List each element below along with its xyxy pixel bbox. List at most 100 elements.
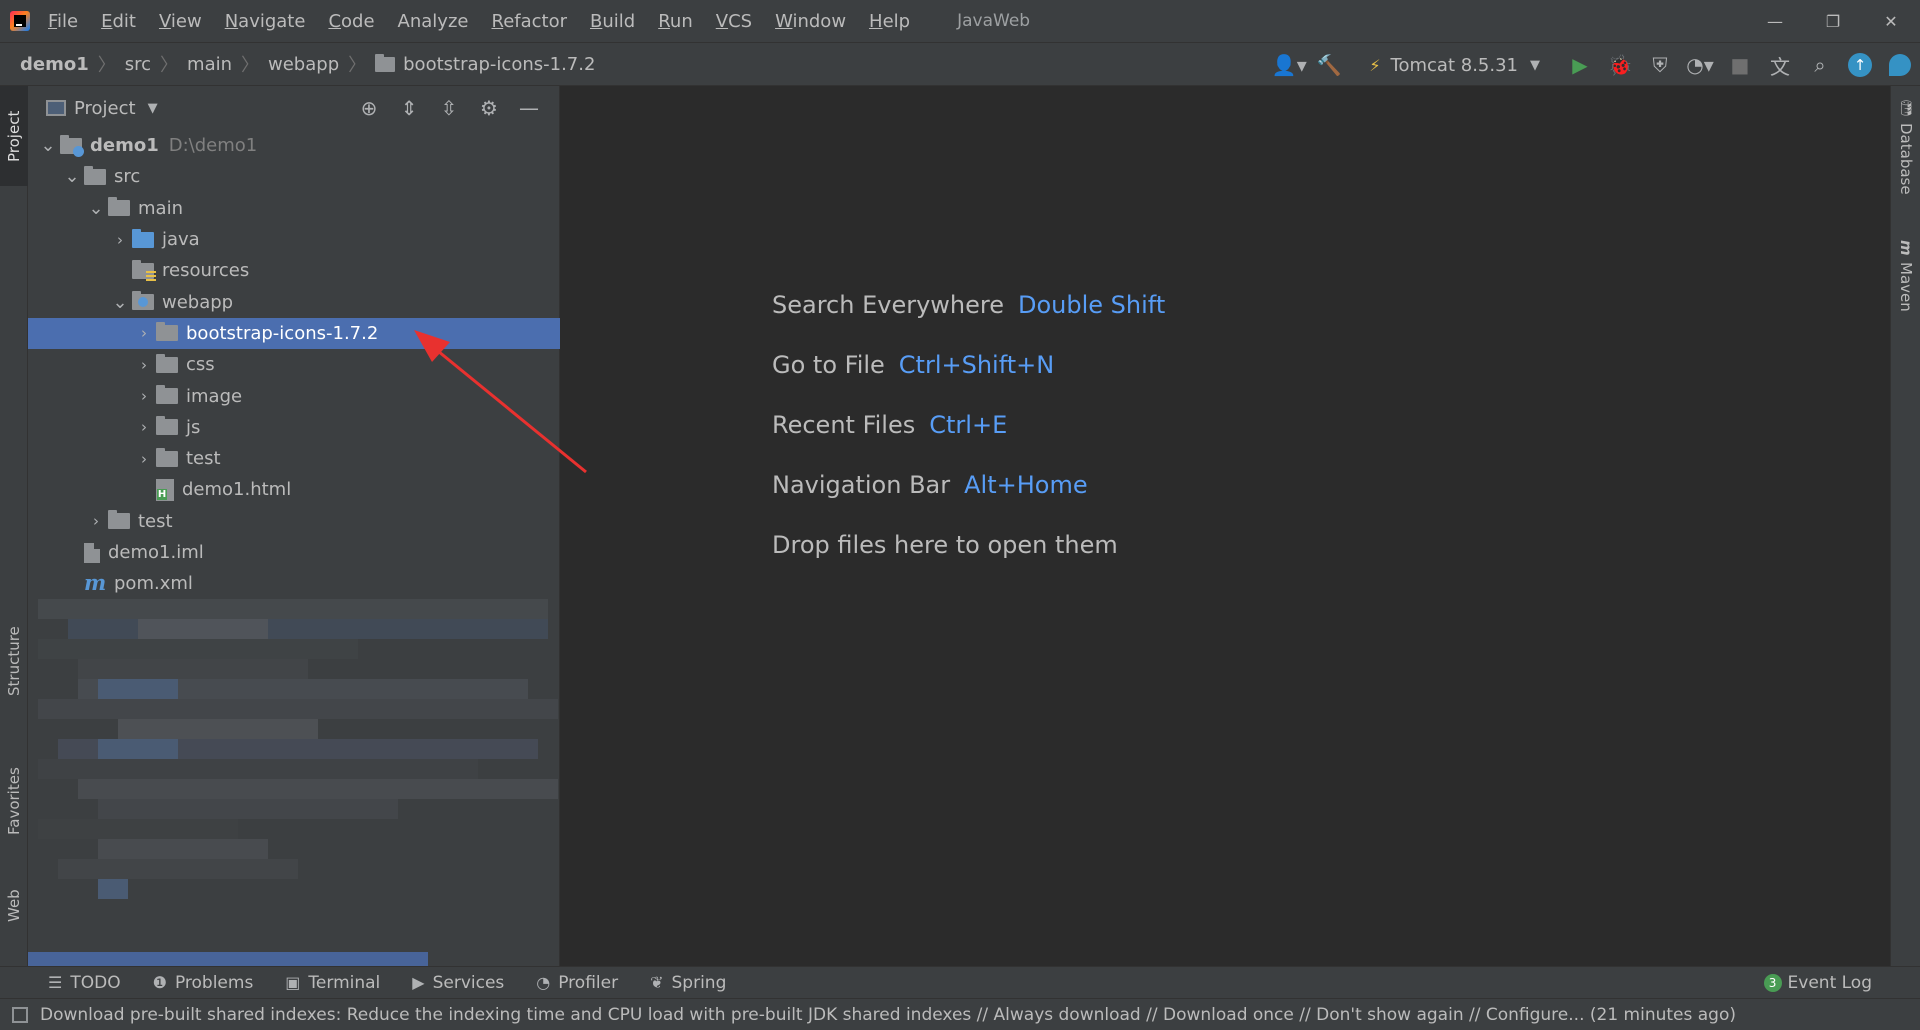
breadcrumb-item[interactable]: src [125,54,151,75]
menu-label: ode [341,10,375,32]
status-bar: Download pre-built shared indexes: Reduc… [0,998,1920,1030]
terminal-icon: ▣ [285,973,301,992]
stripe-tab-database[interactable]: 🛢 Database [1891,86,1920,206]
event-log-button[interactable]: 3 Event Log [1763,967,1872,999]
breadcrumb-item[interactable]: webapp [268,54,339,75]
restore-icon[interactable]: ❐ [1804,0,1862,42]
status-message[interactable]: Download pre-built shared indexes: Reduc… [40,1005,1736,1025]
menu-mnemonic: W [775,10,793,32]
bottom-tab-problems[interactable]: ❶ Problems [153,973,254,993]
tree-row-label: demo1.iml [108,542,204,563]
minimize-icon[interactable]: — [1746,0,1804,42]
stripe-tab-structure[interactable]: Structure [0,606,28,716]
menu-item[interactable]: Refactor [491,11,567,32]
locate-file-icon[interactable]: ⊕ [349,88,389,128]
maven-icon: m [1897,240,1915,256]
menu-item[interactable]: Navigate [225,11,306,32]
menu-item[interactable]: Analyze [398,11,469,32]
translate-icon[interactable]: 文 [1760,45,1800,85]
database-icon: 🛢 [1897,97,1915,117]
debug-icon[interactable]: 🐞 [1600,45,1640,85]
breadcrumb-item[interactable]: demo1 [20,54,89,75]
menu-mnemonic: V [715,10,729,32]
chevron-down-icon[interactable]: ⌄ [60,166,84,187]
menu-item[interactable]: Window [775,11,846,32]
menu-bar: File Edit View Navigate Code Analyze Refactor B… [0,0,1920,42]
chevron-down-icon[interactable]: ⌄ [84,198,108,219]
project-panel-header: Project ▼ ⊕ ⇕ ⇳ ⚙ — [28,86,559,130]
stop-icon[interactable]: ■ [1720,45,1760,85]
menu-item[interactable]: Build [590,11,635,32]
chevron-right-icon[interactable]: › [108,231,132,249]
bottom-tab-services[interactable]: ▶ Services [412,973,504,993]
stripe-tab-maven[interactable]: m Maven [1891,231,1920,321]
run-configuration-selector[interactable]: ⚡ Tomcat 8.5.31 ▼ [1357,49,1552,81]
collapse-all-icon[interactable]: ⇳ [429,88,469,128]
tree-row-label: test [138,510,173,532]
maven-icon: m [84,569,107,595]
tree-row[interactable]: › demo1.iml [28,537,560,568]
tree-row[interactable]: ⌄ webapp [28,286,560,317]
bottom-tab-terminal[interactable]: ▣ Terminal [285,973,380,993]
menu-item[interactable]: VCS [716,11,752,32]
menu-mnemonic: V [158,10,171,32]
menu-item[interactable]: Code [328,11,374,32]
tree-row[interactable]: › test [28,506,560,537]
breadcrumb-item[interactable]: bootstrap-icons-1.7.2 [375,53,596,75]
chevron-down-icon[interactable]: ⌄ [36,135,60,156]
chevron-right-icon[interactable]: › [132,356,156,374]
chevron-right-icon[interactable]: › [132,450,156,468]
project-panel-title[interactable]: Project [74,98,136,119]
tree-row[interactable]: ⌄ demo1 D:\demo1 [28,130,560,161]
tree-row[interactable]: › resources [28,255,560,286]
tree-row[interactable]: › java [28,224,560,255]
bottom-tab-profiler[interactable]: ◔ Profiler [536,973,618,993]
tree-row[interactable]: ⌄ main [28,193,560,224]
folder-icon [156,353,178,373]
stripe-tab-favorites[interactable]: Favorites [0,746,28,856]
hint-label: Search Everywhere [772,291,1004,319]
hide-icon[interactable]: — [509,88,549,128]
toggle-tool-windows-icon[interactable] [12,1006,28,1023]
chevron-right-icon[interactable]: › [132,324,156,342]
bottom-tab-spring[interactable]: ❦ Spring [650,973,726,993]
tree-row[interactable]: ›m pom.xml [28,568,560,599]
chevron-right-icon[interactable]: › [84,512,108,530]
menu-item[interactable]: Run [658,11,693,32]
bottom-tab-todo[interactable]: ☰ TODO [48,973,121,993]
tree-row[interactable]: ⌄ src [28,161,560,192]
bottom-tool-bar: ☰ TODO ❶ Problems ▣ Terminal ▶ Services ◔ Profile… [0,966,1920,998]
build-hammer-icon[interactable]: 🔨 [1309,45,1349,85]
breadcrumb: demo1 〉 src 〉 main 〉 webapp 〉 bootstrap-icons-1.… [0,51,595,77]
bottom-tab-label: Spring [671,972,727,993]
menu-item[interactable]: File [48,11,78,32]
run-icon[interactable]: ▶ [1560,45,1600,85]
breadcrumb-item[interactable]: main [187,54,232,75]
plugin-icon[interactable] [1880,45,1920,85]
profile-icon[interactable]: ◔▾ [1680,45,1720,85]
menu-mnemonic: C [328,10,342,32]
menu-item[interactable]: View [159,11,202,32]
chevron-right-icon[interactable]: › [132,418,156,436]
chevron-right-icon[interactable]: › [132,387,156,405]
bottom-tab-label: TODO [70,972,121,993]
stripe-tab-web[interactable]: Web [0,876,28,936]
expand-all-icon[interactable]: ⇕ [389,88,429,128]
horizontal-scrollbar[interactable] [28,952,428,966]
vcs-user-icon[interactable]: 👤▾ [1269,45,1309,85]
chevron-down-icon[interactable]: ⌄ [108,292,132,313]
folder-icon [132,259,156,281]
close-icon[interactable]: ✕ [1862,0,1920,42]
breadcrumb-label: bootstrap-icons-1.7.2 [403,53,596,75]
gear-icon[interactable]: ⚙ [469,88,509,128]
menu-label: uild [602,10,636,32]
stripe-label: Database [1897,122,1915,195]
search-icon[interactable]: ⌕ [1800,45,1840,85]
menu-item[interactable]: Help [869,11,910,32]
stripe-tab-project[interactable]: Project [0,86,28,186]
menu-item[interactable]: Edit [101,11,136,32]
update-icon[interactable]: ↑ [1840,45,1880,85]
problems-icon: ❶ [152,973,167,992]
coverage-icon[interactable]: ⛨ [1640,45,1680,85]
chevron-down-icon[interactable]: ▼ [148,101,158,116]
